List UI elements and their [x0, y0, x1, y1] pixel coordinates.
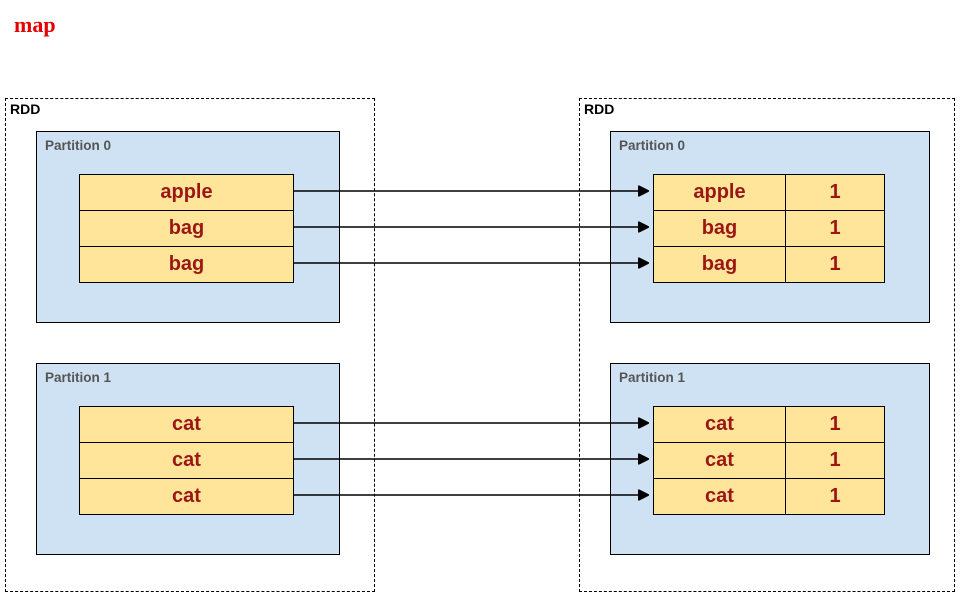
- partition-right-1: Partition 1 cat 1 cat 1 cat 1: [610, 363, 930, 555]
- partition-left-1-rows: cat cat cat: [79, 406, 294, 515]
- diagram-title: map: [14, 12, 56, 38]
- cell-value: 1: [786, 211, 884, 246]
- partition-left-0: Partition 0 apple bag bag: [36, 131, 340, 323]
- partition-right-0-label: Partition 0: [619, 138, 685, 153]
- cell-word: cat: [80, 407, 293, 442]
- cell-value: 1: [786, 443, 884, 478]
- partition-right-0-rows: apple 1 bag 1 bag 1: [653, 174, 885, 283]
- cell-value: 1: [786, 247, 884, 282]
- table-row: apple 1: [654, 175, 884, 211]
- table-row: cat: [80, 407, 293, 443]
- table-row: bag 1: [654, 211, 884, 247]
- cell-word: cat: [654, 443, 786, 478]
- partition-right-1-rows: cat 1 cat 1 cat 1: [653, 406, 885, 515]
- cell-word: cat: [80, 479, 293, 514]
- partition-right-0: Partition 0 apple 1 bag 1 bag 1: [610, 131, 930, 323]
- table-row: cat 1: [654, 479, 884, 515]
- rdd-right-container: RDD Partition 0 apple 1 bag 1 bag 1 Part…: [579, 98, 955, 592]
- rdd-left-label: RDD: [10, 101, 40, 117]
- rdd-right-label: RDD: [584, 101, 614, 117]
- cell-word: bag: [80, 211, 293, 246]
- table-row: cat: [80, 443, 293, 479]
- cell-word: apple: [80, 175, 293, 210]
- table-row: bag: [80, 247, 293, 283]
- partition-left-1: Partition 1 cat cat cat: [36, 363, 340, 555]
- cell-value: 1: [786, 175, 884, 210]
- table-row: apple: [80, 175, 293, 211]
- table-row: cat 1: [654, 443, 884, 479]
- cell-value: 1: [786, 407, 884, 442]
- cell-word: bag: [654, 247, 786, 282]
- table-row: cat 1: [654, 407, 884, 443]
- cell-word: bag: [654, 211, 786, 246]
- cell-word: cat: [80, 443, 293, 478]
- cell-word: cat: [654, 407, 786, 442]
- table-row: cat: [80, 479, 293, 515]
- partition-left-0-label: Partition 0: [45, 138, 111, 153]
- partition-right-1-label: Partition 1: [619, 370, 685, 385]
- cell-word: cat: [654, 479, 786, 514]
- table-row: bag: [80, 211, 293, 247]
- cell-word: apple: [654, 175, 786, 210]
- cell-word: bag: [80, 247, 293, 282]
- cell-value: 1: [786, 479, 884, 514]
- table-row: bag 1: [654, 247, 884, 283]
- partition-left-0-rows: apple bag bag: [79, 174, 294, 283]
- partition-left-1-label: Partition 1: [45, 370, 111, 385]
- rdd-left-container: RDD Partition 0 apple bag bag Partition …: [5, 98, 375, 592]
